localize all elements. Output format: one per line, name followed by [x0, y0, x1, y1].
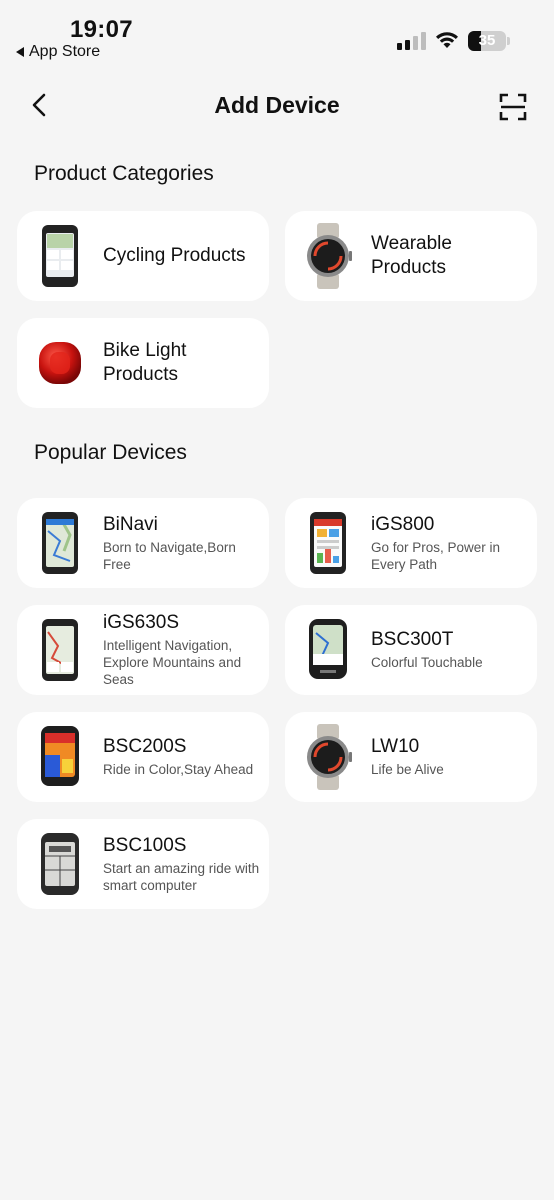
back-to-app-store[interactable]: App Store	[16, 43, 100, 61]
smartwatch-icon	[285, 712, 371, 802]
page-title: Add Device	[214, 92, 340, 118]
device-name: iGS800	[371, 513, 435, 535]
bike-computer-mono-icon	[17, 819, 103, 909]
device-igs800[interactable]: iGS800 Go for Pros, Power in Every Path	[285, 498, 537, 588]
bike-computer-map-icon	[17, 605, 103, 695]
status-bar: 19:07 App Store 35	[0, 0, 554, 70]
device-description: Ride in Color,Stay Ahead	[103, 762, 254, 777]
category-label: Bike Light Products	[103, 340, 187, 385]
device-bsc300t[interactable]: BSC300T Colorful Touchable	[285, 605, 537, 695]
device-description: Life be Alive	[371, 762, 444, 777]
cellular-signal-icon	[397, 32, 426, 50]
device-name: BSC200S	[103, 736, 187, 757]
device-name: iGS630S	[103, 612, 180, 633]
category-cycling-products[interactable]: Cycling Products	[17, 211, 269, 301]
bike-computer-map-icon	[17, 498, 103, 588]
bike-computer-color-icon	[285, 498, 371, 588]
wifi-icon	[436, 32, 458, 48]
device-name: BSC100S	[103, 834, 187, 856]
popular-devices-heading: Popular Devices	[34, 441, 187, 464]
bike-light-icon	[17, 318, 103, 408]
battery-percent: 35	[478, 32, 496, 49]
device-description: Go for Pros, Power in Every Path	[371, 539, 501, 572]
device-name: LW10	[371, 736, 420, 757]
device-bsc200s[interactable]: BSC200S Ride in Color,Stay Ahead	[17, 712, 269, 802]
category-wearable-products[interactable]: Wearable Products	[285, 211, 537, 301]
device-description: Intelligent Navigation, Explore Mountain…	[103, 638, 242, 687]
device-binavi[interactable]: BiNavi Born to Navigate,Born Free	[17, 498, 269, 588]
smartwatch-icon	[285, 211, 371, 301]
bike-computer-icon	[17, 211, 103, 301]
category-bike-light-products[interactable]: Bike Light Products	[17, 318, 269, 408]
bike-computer-color-icon	[17, 712, 103, 802]
device-description: Start an amazing ride with smart compute…	[103, 860, 260, 893]
product-categories-heading: Product Categories	[34, 162, 214, 185]
device-name: BiNavi	[103, 513, 158, 535]
navigation-bar: Add Device	[0, 80, 554, 136]
back-app-label: App Store	[29, 43, 101, 60]
device-lw10[interactable]: LW10 Life be Alive	[285, 712, 537, 802]
device-description: Colorful Touchable	[371, 655, 483, 670]
back-triangle-icon	[16, 47, 24, 57]
category-label: Wearable Products	[371, 233, 452, 278]
battery-icon: 35	[468, 31, 506, 51]
device-bsc100s[interactable]: BSC100S Start an amazing ride with smart…	[17, 819, 269, 909]
device-description: Born to Navigate,Born Free	[103, 539, 236, 572]
device-name: BSC300T	[371, 629, 454, 650]
device-igs630s[interactable]: iGS630S Intelligent Navigation, Explore …	[17, 605, 269, 695]
status-time: 19:07	[70, 16, 133, 43]
bike-computer-touch-icon	[285, 605, 371, 695]
scan-icon[interactable]	[499, 93, 527, 121]
category-label: Cycling Products	[103, 245, 246, 266]
